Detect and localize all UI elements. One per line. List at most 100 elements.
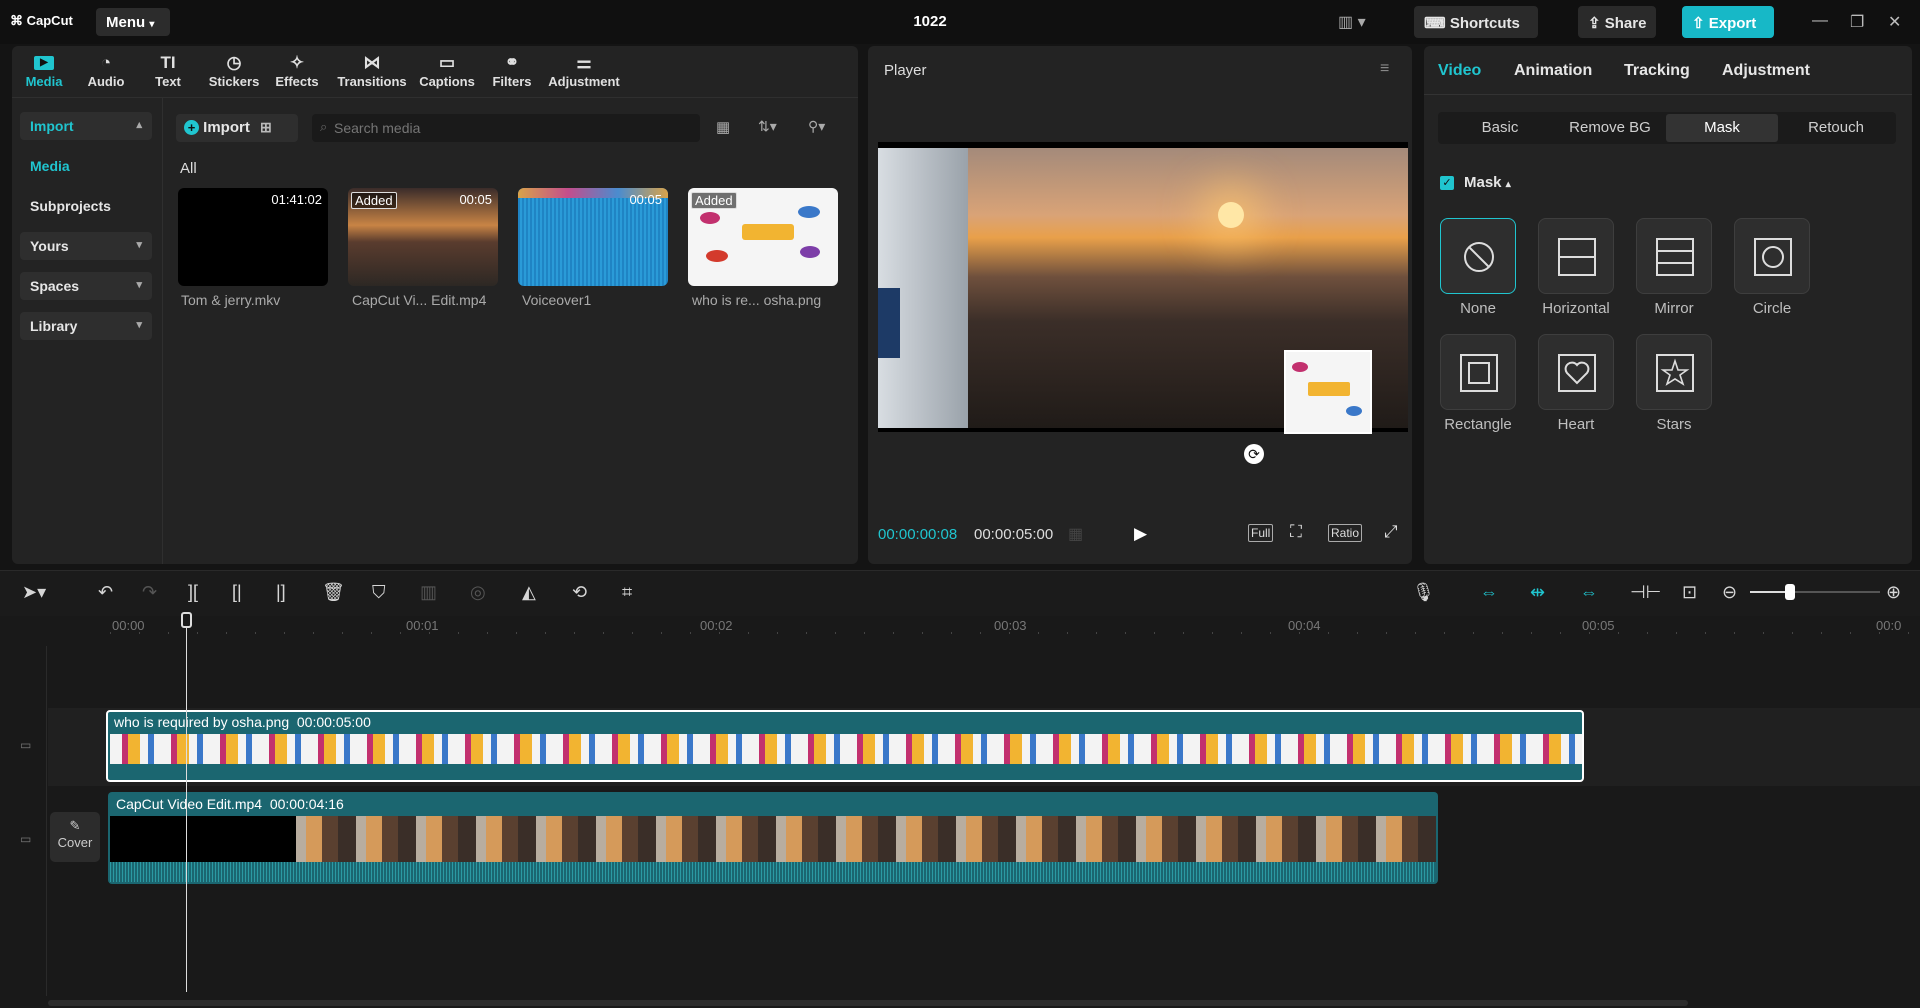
share-button[interactable]: ⇪ Share xyxy=(1578,6,1656,38)
play-icon[interactable]: ▶ xyxy=(1134,524,1147,544)
clip-osha[interactable]: who is required by osha.png 00:00:05:00 xyxy=(106,710,1584,782)
sidebar-item-media[interactable]: Media xyxy=(20,152,152,180)
tab-tracking[interactable]: Tracking xyxy=(1624,62,1690,80)
screenshot-icon[interactable]: ⛶ xyxy=(1290,522,1302,542)
subtab-remove-bg[interactable]: Remove BG xyxy=(1554,114,1666,142)
tab-captions[interactable]: ▭ Captions xyxy=(416,52,478,89)
sidebar-item-yours[interactable]: Yours ▾ xyxy=(20,232,152,260)
sidebar-item-spaces[interactable]: Spaces ▾ xyxy=(20,272,152,300)
split-icon[interactable]: ][ xyxy=(188,582,198,603)
preview-axis-icon[interactable]: ⊣⊢ xyxy=(1630,582,1661,603)
shortcuts-button[interactable]: ⌨ Shortcuts xyxy=(1414,6,1538,38)
speed-icon[interactable]: ◎ xyxy=(470,582,486,603)
redo-icon[interactable]: ↷ xyxy=(142,582,157,603)
sidebar-item-library[interactable]: Library ▾ xyxy=(20,312,152,340)
playhead-handle[interactable] xyxy=(181,612,192,628)
sort-icon[interactable]: ⇅▾ xyxy=(758,118,777,135)
zoom-slider-fill xyxy=(1750,591,1790,593)
rotate-icon[interactable]: ⟲ xyxy=(572,582,587,603)
mask-option-heart[interactable] xyxy=(1538,334,1614,410)
crop-icon[interactable]: ⌗ xyxy=(622,582,632,603)
tab-effects[interactable]: ✧ Effects xyxy=(272,52,322,89)
search-input[interactable] xyxy=(334,118,684,138)
export-button[interactable]: ⇧ Export xyxy=(1682,6,1774,38)
filter-icon[interactable]: ⚲▾ xyxy=(808,118,825,135)
media-thumb-voiceover[interactable]: 00:05 xyxy=(518,188,668,286)
ratio-button[interactable]: Ratio xyxy=(1328,524,1363,542)
mask-option-mirror[interactable] xyxy=(1636,218,1712,294)
cover-button[interactable]: ✎ Cover xyxy=(50,812,100,862)
media-icon: ▶ xyxy=(34,56,54,70)
mask-title[interactable]: Mask ▴ xyxy=(1464,174,1511,191)
split-left-icon[interactable]: [| xyxy=(232,582,242,603)
linkage-icon[interactable]: ⇔ xyxy=(1580,582,1598,603)
main-track-magnet-icon[interactable]: ⇔ xyxy=(1480,582,1498,603)
tab-animation[interactable]: Animation xyxy=(1514,62,1592,80)
mask-option-stars[interactable] xyxy=(1636,334,1712,410)
mask-option-circle[interactable] xyxy=(1734,218,1810,294)
tab-transitions[interactable]: ⋈ Transitions xyxy=(334,52,410,89)
current-time: 00:00:00:08 xyxy=(878,526,958,543)
minimize-icon[interactable]: — xyxy=(1812,12,1828,30)
restore-icon[interactable]: ❐ xyxy=(1850,12,1864,32)
tab-adjustment[interactable]: ⚌ Adjustment xyxy=(544,52,624,89)
track-visibility-icon[interactable]: ▭ xyxy=(20,738,31,752)
mask-label: Stars xyxy=(1656,416,1692,433)
zoom-in-icon[interactable]: ⊕ xyxy=(1886,582,1901,603)
freeze-icon[interactable]: ▥ xyxy=(420,582,437,603)
tab-text[interactable]: TI Text xyxy=(148,52,188,89)
fullscreen-icon[interactable]: ⤢ xyxy=(1384,522,1398,542)
playhead[interactable] xyxy=(186,612,187,992)
import-button[interactable]: + Import ⊞ xyxy=(176,114,298,142)
track-visibility-icon[interactable]: ▭ xyxy=(20,832,31,846)
auto-snap-icon[interactable]: ⇹ xyxy=(1530,582,1545,603)
subtab-retouch[interactable]: Retouch xyxy=(1780,114,1892,142)
rotate-handle-icon[interactable]: ⟳ xyxy=(1244,444,1264,464)
delete-icon[interactable]: 🗑 xyxy=(322,582,345,603)
tab-video[interactable]: Video xyxy=(1438,62,1481,80)
view-toggle-icon[interactable]: ▦ xyxy=(716,118,730,136)
video-preview[interactable] xyxy=(878,142,1408,434)
waveform-icon[interactable]: ▦ xyxy=(1068,524,1083,544)
tab-media[interactable]: ▶ Media xyxy=(22,52,66,89)
tab-filters[interactable]: ⚭ Filters xyxy=(486,52,538,89)
search-box[interactable]: ⌕ xyxy=(312,114,700,142)
zoom-out-icon[interactable]: ⊖ xyxy=(1722,582,1737,603)
sidebar-item-import[interactable]: Import ▴ xyxy=(20,112,152,140)
close-icon[interactable]: ✕ xyxy=(1888,12,1901,32)
undo-icon[interactable]: ↶ xyxy=(98,582,113,603)
subtab-basic[interactable]: Basic xyxy=(1444,114,1556,142)
layout-icon[interactable]: ▥ ▾ xyxy=(1338,12,1366,32)
tab-stickers[interactable]: ◷ Stickers xyxy=(206,52,262,89)
clip-capcut-video[interactable]: CapCut Video Edit.mp4 00:00:04:16 xyxy=(108,792,1438,884)
grid-icon: ⊞ xyxy=(260,119,272,135)
mask-option-horizontal[interactable] xyxy=(1538,218,1614,294)
mask-option-none[interactable] xyxy=(1440,218,1516,294)
menu-button[interactable]: Menu ▾ xyxy=(96,8,170,36)
subtab-mask[interactable]: Mask xyxy=(1666,114,1778,142)
fit-timeline-icon[interactable]: ⊡ xyxy=(1682,582,1697,603)
mask-label: Heart xyxy=(1557,416,1595,433)
training-graphic xyxy=(1308,382,1350,396)
project-title: 1022 xyxy=(913,13,947,30)
microphone-icon[interactable]: 🎙 xyxy=(1412,582,1435,603)
tab-adjustment[interactable]: Adjustment xyxy=(1722,62,1810,80)
select-tool-icon[interactable]: ➤▾ xyxy=(22,582,46,603)
media-thumb-tom-jerry[interactable]: 01:41:02 xyxy=(178,188,328,286)
media-thumb-osha[interactable]: Added xyxy=(688,188,838,286)
split-right-icon[interactable]: |] xyxy=(276,582,286,603)
full-button[interactable]: Full xyxy=(1248,524,1274,542)
hamburger-icon[interactable]: ≡ xyxy=(1380,60,1389,78)
zoom-slider-handle[interactable] xyxy=(1785,584,1795,600)
mask-checkbox[interactable]: ✓ xyxy=(1440,176,1454,190)
mirror-icon[interactable]: ◭ xyxy=(522,582,536,603)
timeline-scrollbar[interactable] xyxy=(48,1000,1688,1006)
media-thumb-capcut-video[interactable]: Added 00:05 xyxy=(348,188,498,286)
clip-waveform xyxy=(110,862,1436,882)
overlay-image[interactable] xyxy=(1284,350,1372,434)
mask-option-rectangle[interactable] xyxy=(1440,334,1516,410)
shield-icon[interactable]: ⛉ xyxy=(372,582,386,603)
inspector-panel: Video Animation Tracking Adjustment Basi… xyxy=(1424,46,1912,564)
tab-audio[interactable]: ◔ Audio xyxy=(84,52,128,89)
sidebar-item-subprojects[interactable]: Subprojects xyxy=(20,192,152,220)
